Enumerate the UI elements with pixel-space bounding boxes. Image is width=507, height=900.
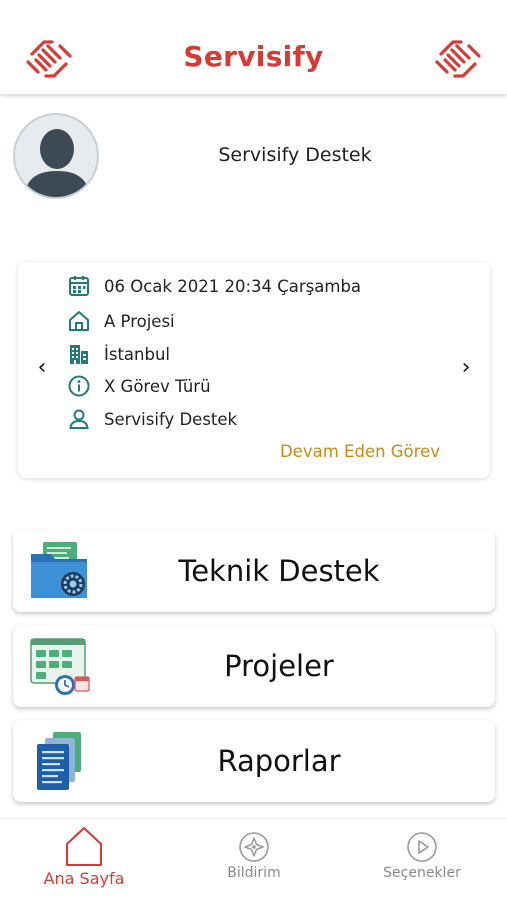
next-task-arrow[interactable]: › [457,357,475,379]
task-city: İstanbul [104,344,171,364]
bottom-navigation: Ana Sayfa Bildirim Seçenekler [0,818,507,900]
calendar-icon [66,273,92,299]
building-icon [66,341,92,367]
servisify-logo-icon [435,40,481,78]
technical-support-label: Teknik Destek [178,554,380,588]
previous-task-arrow[interactable]: ‹ [33,357,51,379]
profile-section: Servisify Destek [0,110,507,205]
task-status-label: Devam Eden Görev [279,442,440,461]
play-circle-icon [407,832,437,862]
current-task-card[interactable]: ‹ › 06 Ocak 2021 20:34 Çarşamba A Projes… [18,262,490,478]
home-icon [66,827,102,866]
projects-button[interactable]: Projeler [13,625,495,707]
task-project: A Projesi [104,311,175,331]
projects-label: Projeler [224,649,334,683]
avatar[interactable] [13,113,99,199]
nav-notifications[interactable]: Bildirim [184,819,324,900]
task-type-row: X Görev Türü [66,372,211,400]
task-type: X Görev Türü [104,376,211,396]
compass-icon [239,832,269,862]
app-header: Servisify [0,0,507,94]
person-icon [66,406,92,432]
user-silhouette-icon [23,129,91,197]
settings-folder-icon [31,542,87,598]
task-assignee-row: Servisify Destek [66,405,237,433]
profile-name: Servisify Destek [218,144,372,166]
technical-support-button[interactable]: Teknik Destek [13,530,495,612]
reports-label: Raporlar [217,744,341,778]
task-datetime: 06 Ocak 2021 20:34 Çarşamba [104,276,362,296]
project-board-icon [30,638,90,695]
report-documents-icon [37,732,81,790]
task-assignee: Servisify Destek [104,409,238,429]
home-outline-icon [66,308,92,334]
reports-button[interactable]: Raporlar [13,720,495,802]
task-city-row: İstanbul [66,340,170,368]
nav-options-label: Seçenekler [383,865,461,881]
nav-home-label: Ana Sayfa [43,869,125,888]
task-date-row: 06 Ocak 2021 20:34 Çarşamba [66,272,361,300]
nav-notifications-label: Bildirim [227,865,281,881]
nav-home[interactable]: Ana Sayfa [14,819,154,900]
info-icon [66,373,92,399]
nav-options[interactable]: Seçenekler [352,819,492,900]
task-project-row: A Projesi [66,307,175,335]
